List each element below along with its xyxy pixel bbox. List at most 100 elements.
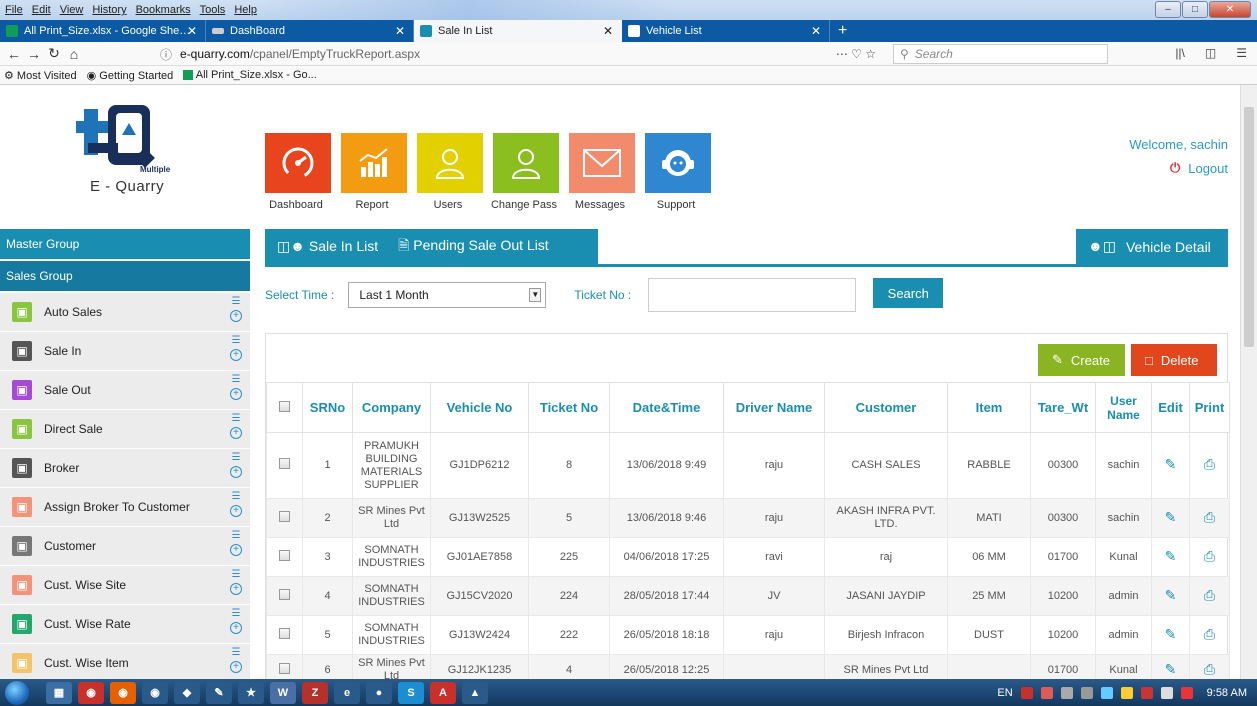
- tab-close-icon[interactable]: ✕: [187, 24, 197, 38]
- row-checkbox[interactable]: [266, 654, 303, 679]
- sidebar-item-cust-wise-site[interactable]: ▣ Cust. Wise Site ☰ +: [0, 566, 250, 605]
- col-srno[interactable]: SRNo: [302, 382, 353, 433]
- browser-tab-sale-in[interactable]: Sale In List ✕: [414, 20, 622, 42]
- print-icon[interactable]: ⎙: [1189, 615, 1230, 655]
- list-icon[interactable]: ☰: [232, 648, 241, 658]
- sidebar-item-customer[interactable]: ▣ Customer ☰ +: [0, 527, 250, 566]
- page-scrollbar[interactable]: [1240, 85, 1257, 679]
- app-icon[interactable]: W: [270, 681, 296, 704]
- sidebar-item-auto-sales[interactable]: ▣ Auto Sales ☰ +: [0, 293, 250, 332]
- back-icon[interactable]: ←: [4, 46, 24, 62]
- bookmark-print-size[interactable]: All Print_Size.xlsx - Go...: [183, 69, 317, 81]
- expand-plus-icon[interactable]: +: [230, 505, 242, 517]
- list-icon[interactable]: ☰: [232, 297, 241, 307]
- maximize-button[interactable]: □: [1182, 1, 1208, 18]
- filezilla-icon[interactable]: Z: [302, 681, 328, 704]
- search-button[interactable]: Search: [873, 278, 944, 308]
- edit-icon[interactable]: ✎: [1151, 537, 1190, 577]
- row-checkbox[interactable]: [266, 498, 303, 538]
- expand-plus-icon[interactable]: +: [230, 544, 242, 556]
- list-icon[interactable]: ☰: [232, 336, 241, 346]
- tab-sale-in[interactable]: ◫☻ Sale In List: [277, 238, 378, 255]
- page-actions-icon[interactable]: ⋯ ♡ ☆: [836, 47, 876, 61]
- clock[interactable]: 9:58 AM: [1207, 687, 1247, 699]
- edit-icon[interactable]: ✎: [1151, 432, 1190, 499]
- col-customer[interactable]: Customer: [824, 382, 948, 433]
- bookmark-getting-started[interactable]: ◉ Getting Started: [87, 69, 174, 82]
- sidebar-item-direct-sale[interactable]: ▣ Direct Sale ☰ +: [0, 410, 250, 449]
- menu-item-file[interactable]: File: [5, 4, 23, 16]
- scrollbar-thumb[interactable]: [1244, 107, 1254, 347]
- app-icon[interactable]: ◆: [174, 681, 200, 704]
- sidebar-item-assign-broker-to-customer[interactable]: ▣ Assign Broker To Customer ☰ +: [0, 488, 250, 527]
- speedometer-icon[interactable]: [265, 133, 331, 193]
- menu-item-history[interactable]: History: [92, 4, 126, 16]
- url-bar[interactable]: ⓘ e-quarry.com/cpanel/EmptyTruckReport.a…: [160, 44, 886, 64]
- sidebar-sales-group[interactable]: Sales Group: [0, 261, 250, 293]
- print-icon[interactable]: ⎙: [1189, 576, 1230, 616]
- network-icon[interactable]: [1100, 686, 1113, 699]
- expand-plus-icon[interactable]: +: [230, 388, 242, 400]
- sidebar-item-broker[interactable]: ▣ Broker ☰ +: [0, 449, 250, 488]
- tab-close-icon[interactable]: ✕: [603, 24, 613, 38]
- language-indicator[interactable]: EN: [997, 687, 1012, 699]
- edit-icon[interactable]: ✎: [1151, 615, 1190, 655]
- edit-icon[interactable]: ✎: [1151, 498, 1190, 538]
- print-icon[interactable]: ⎙: [1189, 498, 1230, 538]
- hamburger-menu-icon[interactable]: ☰: [1236, 46, 1247, 60]
- app-icon[interactable]: ▲: [462, 681, 488, 704]
- browser-tab-vehicle-list[interactable]: Vehicle List ✕: [622, 20, 830, 42]
- list-icon[interactable]: ☰: [232, 453, 241, 463]
- tray-icon[interactable]: [1160, 686, 1173, 699]
- firefox-icon[interactable]: ◉: [110, 681, 136, 704]
- sidebar-master-group[interactable]: Master Group: [0, 229, 250, 261]
- headset-icon[interactable]: [645, 133, 711, 193]
- library-icon[interactable]: ||\: [1175, 46, 1185, 60]
- menu-item-tools[interactable]: Tools: [200, 4, 226, 16]
- tile-users[interactable]: Users: [417, 133, 483, 211]
- list-icon[interactable]: ☰: [232, 609, 241, 619]
- tab-close-icon[interactable]: ✕: [811, 24, 821, 38]
- sidebar-item-cust-wise-item[interactable]: ▣ Cust. Wise Item ☰ +: [0, 644, 250, 679]
- start-button[interactable]: [0, 679, 34, 706]
- tray-icon[interactable]: [1180, 686, 1193, 699]
- row-checkbox[interactable]: [266, 615, 303, 655]
- expand-plus-icon[interactable]: +: [230, 661, 242, 673]
- row-checkbox[interactable]: [266, 576, 303, 616]
- ie-icon[interactable]: e: [334, 681, 360, 704]
- app-icon[interactable]: A: [430, 681, 456, 704]
- list-icon[interactable]: ☰: [232, 492, 241, 502]
- app-icon[interactable]: ★: [238, 681, 264, 704]
- row-checkbox[interactable]: [266, 432, 303, 499]
- tile-support[interactable]: Support: [645, 133, 711, 211]
- tray-icon[interactable]: [1060, 686, 1073, 699]
- tile-messages[interactable]: Messages: [569, 133, 635, 211]
- col-driver-name[interactable]: Driver Name: [723, 382, 825, 433]
- user-key-icon[interactable]: [493, 133, 559, 193]
- explorer-icon[interactable]: ▦: [46, 681, 72, 704]
- col-datetime[interactable]: Date&Time: [609, 382, 724, 433]
- sidebar-item-sale-out[interactable]: ▣ Sale Out ☰ +: [0, 371, 250, 410]
- browser-tab-spreadsheet[interactable]: All Print_Size.xlsx - Google She… ✕: [0, 20, 206, 42]
- col-ticket-no[interactable]: Ticket No: [528, 382, 610, 433]
- reload-icon[interactable]: ↻: [44, 45, 64, 62]
- edit-icon[interactable]: ✎: [1151, 654, 1190, 679]
- chrome-icon[interactable]: ◉: [78, 681, 104, 704]
- info-icon[interactable]: ⓘ: [160, 46, 172, 63]
- sidebar-item-cust-wise-rate[interactable]: ▣ Cust. Wise Rate ☰ +: [0, 605, 250, 644]
- browser-tab-dashboard[interactable]: DashBoard ✕: [206, 20, 414, 42]
- delete-button[interactable]: □ Delete: [1131, 344, 1217, 376]
- flag-icon[interactable]: [1140, 686, 1153, 699]
- expand-plus-icon[interactable]: +: [230, 427, 242, 439]
- list-icon[interactable]: ☰: [232, 570, 241, 580]
- new-tab-button[interactable]: +: [830, 20, 855, 42]
- print-icon[interactable]: ⎙: [1189, 432, 1230, 499]
- menu-item-edit[interactable]: Edit: [32, 4, 51, 16]
- envelope-icon[interactable]: [569, 133, 635, 193]
- app-icon[interactable]: ●: [366, 681, 392, 704]
- home-icon[interactable]: ⌂: [64, 46, 84, 62]
- volume-icon[interactable]: [1080, 686, 1093, 699]
- skype-icon[interactable]: S: [398, 681, 424, 704]
- sidebar-icon[interactable]: ◫: [1205, 46, 1216, 60]
- logout-link[interactable]: ⏻ Logout: [1129, 160, 1228, 176]
